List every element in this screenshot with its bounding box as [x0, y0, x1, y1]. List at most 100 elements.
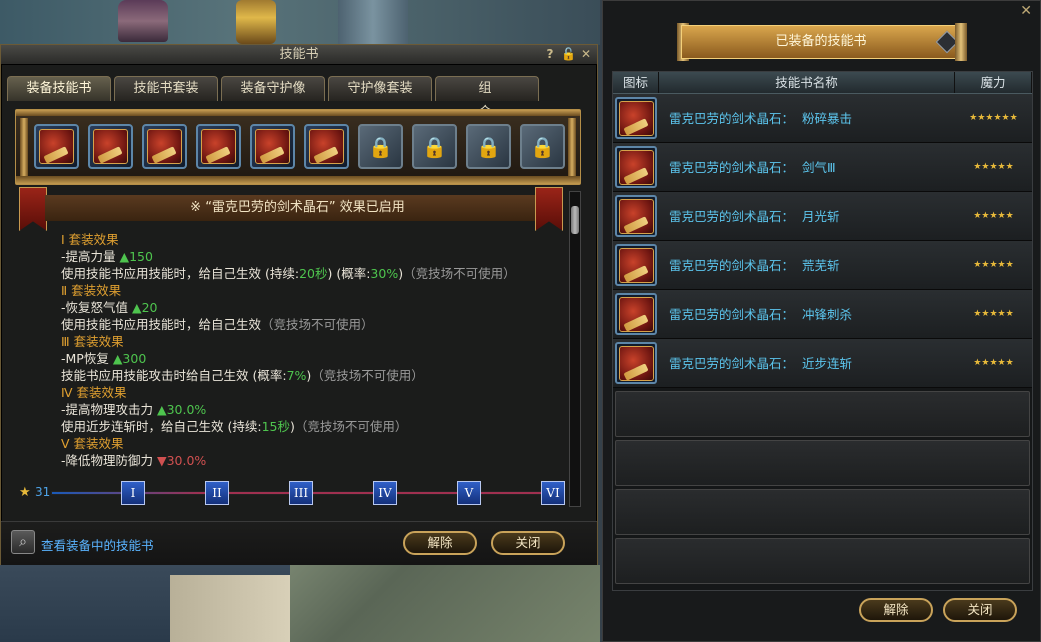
close-icon[interactable]: ✕: [579, 47, 593, 62]
window-titlebar[interactable]: 技能书 ? 🔓 ✕: [1, 45, 597, 65]
set-effect-stat: -MP恢复 ▲300: [61, 350, 561, 367]
equip-slot-frame: 🔒 🔒 🔒 🔒: [15, 109, 581, 185]
tab-bar: 装备技能书 技能书套装 装备守护像 守护像套装 组合: [7, 76, 539, 120]
ribbon-decoration: [19, 187, 47, 231]
window-title: 技能书: [279, 47, 319, 62]
duration-value: 20秒: [299, 266, 328, 281]
close-button[interactable]: 关闭: [491, 531, 565, 555]
empty-slot-row: [615, 489, 1030, 535]
equipped-books-window: ✕ 已装备的技能书 图标 技能书名称 魔力 雷克巴劳的剑术晶石： 粉碎暴击 ★★★…: [602, 0, 1041, 642]
set-effect-heading: Ⅱ 套装效果: [61, 282, 561, 299]
effect-value: 7%: [286, 368, 307, 383]
magnifier-icon[interactable]: ⌕: [11, 530, 35, 554]
stat-label: -提高物理攻击力: [61, 402, 157, 417]
skill-book-image: [618, 296, 654, 332]
locked-slot[interactable]: 🔒: [358, 124, 403, 169]
stat-value: ▲30.0%: [156, 402, 207, 417]
skill-book-image: [618, 198, 654, 234]
skill-book-slot[interactable]: [142, 124, 187, 169]
set-tier-marker: II: [205, 481, 229, 505]
table-row[interactable]: 雷克巴劳的剑术晶石： 近步连斩 ★★★★★: [613, 339, 1032, 388]
unequip-button[interactable]: 解除: [403, 531, 477, 555]
table-row[interactable]: 雷克巴劳的剑术晶石： 冲锋刺杀 ★★★★★: [613, 290, 1032, 339]
arena-note: （竞技场不可使用）: [261, 317, 374, 332]
mana-stars: ★★★★★: [973, 309, 1014, 319]
view-equipped-link[interactable]: 查看装备中的技能书: [41, 535, 154, 554]
skill-book-icon: [147, 129, 182, 164]
effect-value: 15秒: [261, 419, 290, 434]
row-icon-cell: [613, 192, 659, 240]
set-tier-marker: IV: [373, 481, 397, 505]
set-effect-stat: -降低物理防御力 ▼30.0%: [61, 452, 561, 469]
unequip-button[interactable]: 解除: [859, 598, 933, 622]
scrollbar-thumb[interactable]: [571, 206, 579, 234]
lock-icon: 🔒: [530, 134, 555, 159]
row-icon-cell: [613, 241, 659, 289]
set-tier-marker: I: [121, 481, 145, 505]
skill-book-icon: [201, 129, 236, 164]
locked-slot[interactable]: 🔒: [520, 124, 565, 169]
table-row[interactable]: 雷克巴劳的剑术晶石： 月光斩 ★★★★★: [613, 192, 1032, 241]
skill-book-slot[interactable]: [250, 124, 295, 169]
set-effect-heading-text: Ⅲ 套装效果: [61, 334, 124, 349]
arena-note: （竞技场不可使用）: [311, 368, 424, 383]
equipped-books-title: 已装备的技能书: [681, 25, 961, 59]
set-effect-description: 使用技能书应用技能时，给自己生效 (持续:20秒) (概率:30%)（竞技场不可…: [61, 265, 561, 282]
set-effect-description: 技能书应用技能攻击时给自己生效 (概率:7%)（竞技场不可使用）: [61, 367, 561, 384]
ribbon-decoration: [535, 187, 563, 231]
set-effect-banner: ※ “雷克巴劳的剑术晶石” 效果已启用: [45, 195, 550, 221]
close-button[interactable]: 关闭: [943, 598, 1017, 622]
tab-guardian-set[interactable]: 守护像套装: [328, 76, 432, 101]
effects-scrollbar[interactable]: [569, 191, 581, 507]
description-text: ) (概率:: [327, 266, 371, 281]
locked-slot[interactable]: 🔒: [466, 124, 511, 169]
skill-book-image: [618, 345, 654, 381]
table-row[interactable]: 雷克巴劳的剑术晶石： 剑气Ⅲ ★★★★★: [613, 143, 1032, 192]
equip-slots: 🔒 🔒 🔒 🔒: [34, 124, 565, 169]
set-effect-stat: -提高力量 ▲150: [61, 248, 561, 265]
skill-book-slot[interactable]: [304, 124, 349, 169]
skill-book-slot[interactable]: [88, 124, 133, 169]
skill-book-icon: [615, 146, 657, 188]
frame-post: [568, 118, 576, 176]
chance-value: 30%: [370, 266, 399, 281]
stat-label: -提高力量: [61, 249, 120, 264]
locked-slot[interactable]: 🔒: [412, 124, 457, 169]
set-effect-heading-text: Ⅳ 套装效果: [61, 385, 127, 400]
scene-sky: [0, 0, 600, 45]
stat-value: ▲300: [112, 351, 147, 366]
lock-icon[interactable]: 🔓: [561, 47, 576, 62]
skill-book-icon: [615, 195, 657, 237]
scene-character: [236, 0, 276, 44]
set-tier-marker: V: [457, 481, 481, 505]
set-tier-marker: III: [289, 481, 313, 505]
skill-book-slot[interactable]: [196, 124, 241, 169]
skill-book-slot[interactable]: [34, 124, 79, 169]
tab-combination[interactable]: 组合: [435, 76, 539, 120]
stat-value: ▼30.0%: [156, 453, 207, 468]
set-effect-description: 使用近步连斩时，给自己生效 (持续:15秒)（竞技场不可使用）: [61, 418, 561, 435]
tab-equip-skill-book[interactable]: 装备技能书: [7, 76, 111, 101]
frame-post: [20, 118, 28, 176]
skill-book-name: 雷克巴劳的剑术晶石： 粉碎暴击: [669, 111, 852, 126]
tab-equip-guardian[interactable]: 装备守护像: [221, 76, 325, 101]
table-body: 雷克巴劳的剑术晶石： 粉碎暴击 ★★★★★★ 雷克巴劳的剑术晶石： 剑气Ⅲ ★★★★★…: [613, 94, 1032, 584]
row-icon-cell: [613, 339, 659, 387]
skill-book-image: [618, 247, 654, 283]
arena-note: （竞技场不可使用）: [294, 419, 408, 434]
table-row[interactable]: 雷克巴劳的剑术晶石： 粉碎暴击 ★★★★★★: [613, 94, 1032, 143]
close-icon[interactable]: ✕: [1020, 3, 1032, 19]
set-effect-heading-text: Ⅰ 套装效果: [61, 232, 119, 247]
set-effect-heading-text: Ⅴ 套装效果: [61, 436, 124, 451]
skill-book-icon: [93, 129, 128, 164]
frame-trim: [16, 110, 580, 116]
arena-note: （竞技场不可使用）: [403, 266, 516, 281]
skill-book-window: 技能书 ? 🔓 ✕ 装备技能书 技能书套装 装备守护像 守护像套装 组合 🔒🔒🔒…: [0, 44, 598, 565]
help-icon[interactable]: ?: [543, 47, 557, 62]
frame-trim: [16, 176, 580, 184]
table-row[interactable]: 雷克巴劳的剑术晶石： 荒芜斩 ★★★★★: [613, 241, 1032, 290]
row-icon-cell: [613, 290, 659, 338]
skill-book-icon: [39, 129, 74, 164]
tab-skill-book-set[interactable]: 技能书套装: [114, 76, 218, 101]
empty-slot-row: [615, 440, 1030, 486]
